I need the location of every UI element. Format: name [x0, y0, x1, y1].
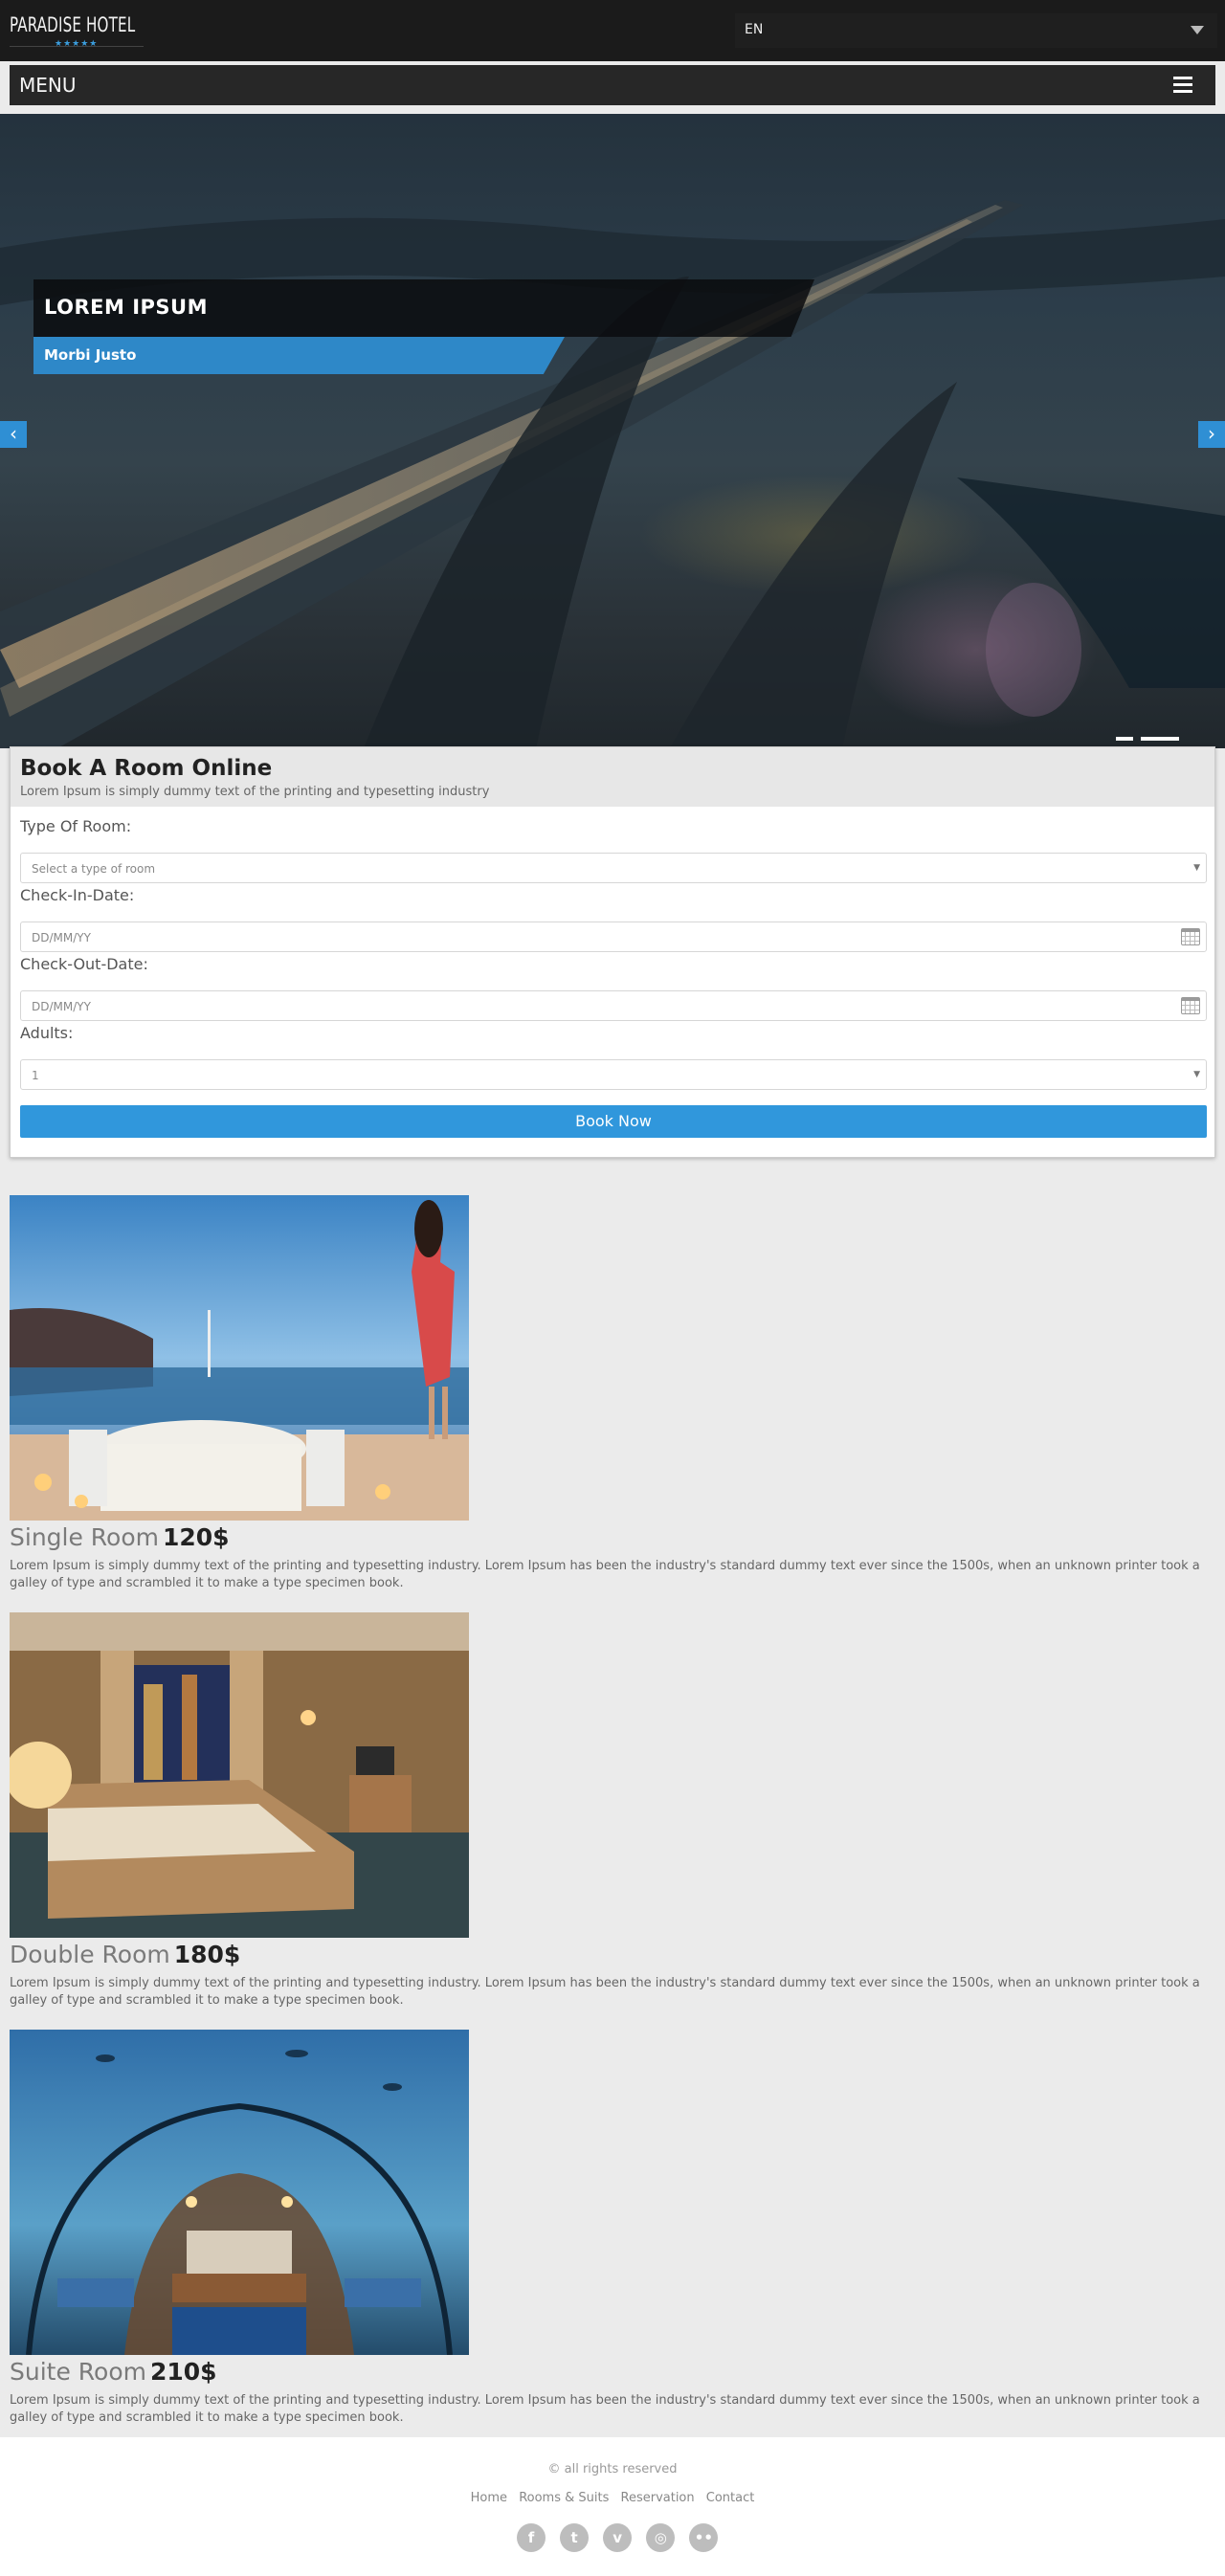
- chevron-down-icon: [1191, 26, 1204, 34]
- slide-subtitle: Morbi Justo: [33, 337, 565, 374]
- book-now-button[interactable]: Book Now: [20, 1105, 1207, 1138]
- menu-label: MENU: [19, 74, 77, 97]
- logo-text: PARADISE HOTEL: [10, 13, 136, 36]
- footer-nav: Home Rooms & Suits Reservation Contact: [0, 2491, 1225, 2505]
- double-room-image[interactable]: [10, 1612, 469, 1938]
- checkin-label: Check-In-Date:: [20, 886, 135, 904]
- room-name: Suite Room: [10, 2358, 146, 2386]
- footer-link-reservation[interactable]: Reservation: [621, 2491, 695, 2505]
- calendar-icon[interactable]: [1181, 928, 1200, 945]
- logo-stars: ★★★★★: [55, 39, 99, 49]
- footer-link-rooms[interactable]: Rooms & Suits: [519, 2491, 609, 2505]
- checkin-date-input[interactable]: DD/MM/YY: [20, 922, 1207, 952]
- room-type-label: Type Of Room:: [20, 817, 132, 835]
- booking-header: Book A Room Online Lorem Ipsum is simply…: [11, 747, 1214, 807]
- booking-title: Book A Room Online: [20, 756, 273, 781]
- twitter-icon[interactable]: t: [560, 2523, 590, 2552]
- chevron-right-icon: ›: [1208, 422, 1215, 445]
- chevron-left-icon: ‹: [10, 422, 17, 445]
- room-price: 180$: [173, 1941, 241, 1968]
- language-select[interactable]: EN: [735, 13, 1217, 48]
- calendar-icon[interactable]: [1181, 997, 1200, 1014]
- room-type-select[interactable]: Select a type of room ▼: [20, 853, 1207, 883]
- booking-form: Book A Room Online Lorem Ipsum is simply…: [10, 746, 1215, 1158]
- checkout-placeholder: DD/MM/YY: [32, 1000, 91, 1013]
- language-value: EN: [745, 22, 764, 37]
- room-description: Lorem Ipsum is simply dummy text of the …: [10, 2393, 1200, 2425]
- caret-down-icon: ▼: [1193, 863, 1200, 873]
- room-type-value: Select a type of room: [32, 862, 156, 876]
- menu-bar[interactable]: MENU: [10, 65, 1215, 105]
- hero-bridge-image: [0, 200, 1225, 748]
- room-name: Single Room: [10, 1523, 159, 1551]
- checkout-date-input[interactable]: DD/MM/YY: [20, 990, 1207, 1021]
- slide-title: LOREM IPSUM: [33, 279, 814, 337]
- adults-label: Adults:: [20, 1024, 74, 1042]
- room-description: Lorem Ipsum is simply dummy text of the …: [10, 1559, 1200, 1590]
- footer: © all rights reserved Home Rooms & Suits…: [0, 2437, 1225, 2576]
- copyright: © all rights reserved: [547, 2462, 678, 2476]
- footer-link-home[interactable]: Home: [471, 2491, 507, 2505]
- booking-subtitle: Lorem Ipsum is simply dummy text of the …: [20, 785, 490, 799]
- flickr-icon[interactable]: ••: [689, 2523, 719, 2552]
- vimeo-icon[interactable]: v: [603, 2523, 633, 2552]
- room-name: Double Room: [10, 1941, 170, 1968]
- adults-value: 1: [32, 1069, 39, 1082]
- single-room-image[interactable]: [10, 1195, 469, 1521]
- room-title[interactable]: Double Room 180$: [10, 1941, 240, 1968]
- adults-select[interactable]: 1 ▼: [20, 1059, 1207, 1090]
- room-price: 120$: [163, 1523, 230, 1551]
- room-price: 210$: [149, 2358, 217, 2386]
- room-title[interactable]: Suite Room 210$: [10, 2358, 217, 2386]
- hero-slider: LOREM IPSUM Morbi Justo ‹ ›: [0, 114, 1225, 748]
- caret-down-icon: ▼: [1193, 1070, 1200, 1079]
- slide-indicator-dot[interactable]: [1116, 737, 1133, 741]
- social-links: f t v ◎ ••: [517, 2523, 727, 2552]
- room-description: Lorem Ipsum is simply dummy text of the …: [10, 1976, 1200, 2008]
- next-slide-button[interactable]: ›: [1198, 421, 1225, 448]
- top-bar: PARADISE HOTEL ★★★★★ EN: [0, 0, 1225, 61]
- facebook-icon[interactable]: f: [517, 2523, 546, 2552]
- hotel-logo[interactable]: PARADISE HOTEL ★★★★★: [10, 13, 144, 52]
- checkout-label: Check-Out-Date:: [20, 955, 148, 973]
- dribbble-icon[interactable]: ◎: [646, 2523, 676, 2552]
- footer-link-contact[interactable]: Contact: [706, 2491, 755, 2505]
- checkin-placeholder: DD/MM/YY: [32, 931, 91, 944]
- hamburger-menu-icon[interactable]: [1173, 77, 1192, 94]
- slide-indicator-dot[interactable]: [1141, 737, 1179, 741]
- suite-room-image[interactable]: [10, 2030, 469, 2355]
- room-title[interactable]: Single Room 120$: [10, 1523, 230, 1551]
- previous-slide-button[interactable]: ‹: [0, 421, 27, 448]
